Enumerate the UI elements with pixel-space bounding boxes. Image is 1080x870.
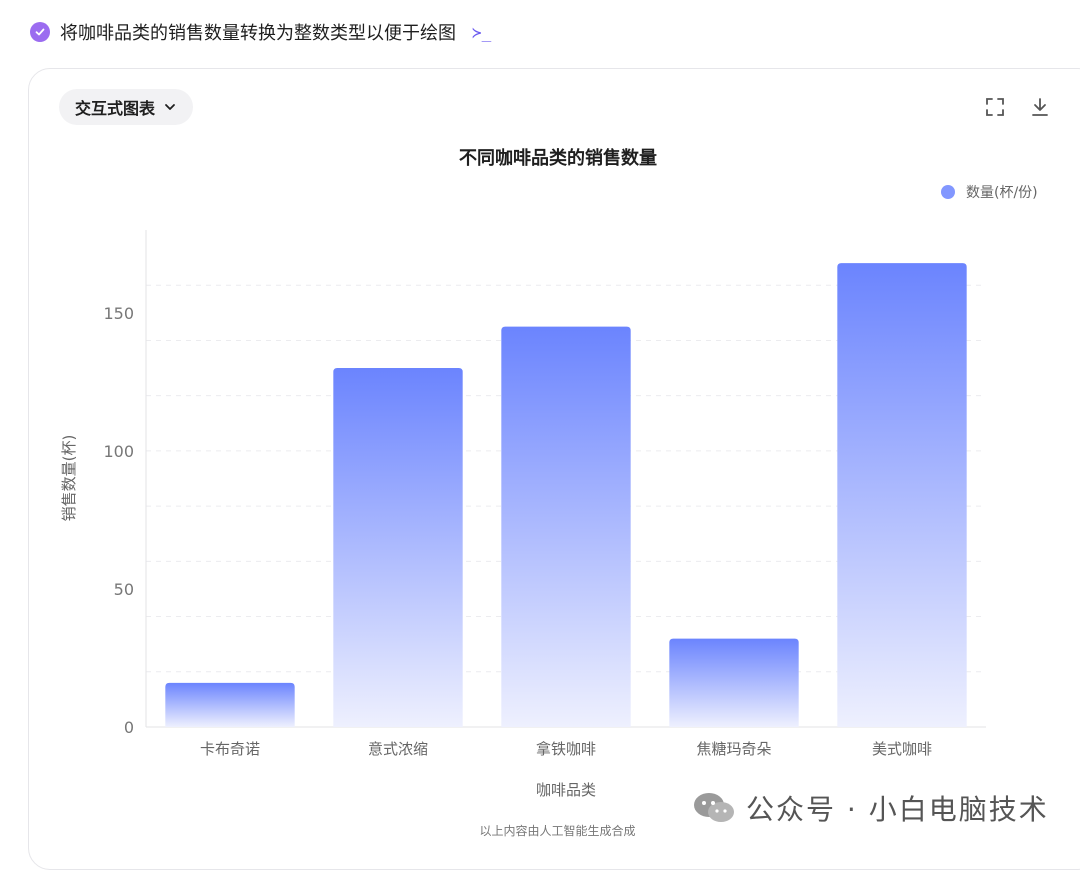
x-tick-label: 焦糖玛奇朵 <box>696 740 771 758</box>
bar[interactable] <box>333 368 463 727</box>
x-tick-label: 美式咖啡 <box>872 740 932 758</box>
chart-title: 不同咖啡品类的销售数量 <box>459 147 657 169</box>
legend-marker <box>941 185 955 199</box>
y-tick-label: 150 <box>103 304 134 323</box>
x-tick-label: 拿铁咖啡 <box>536 740 596 758</box>
bar[interactable] <box>669 638 799 727</box>
bar[interactable] <box>165 682 295 727</box>
y-axis-label: 销售数量(杯) <box>60 435 78 522</box>
bar[interactable] <box>501 326 631 727</box>
x-tick-label: 卡布奇诺 <box>200 740 260 758</box>
bar-chart: 0 50 100 150 卡布奇诺 意式浓缩 拿铁咖啡 焦糖玛奇朵 美式咖啡 不同咖啡品类的销售… <box>60 147 1038 799</box>
wechat-icon <box>694 793 734 822</box>
bars <box>165 263 967 727</box>
y-tick-label: 0 <box>124 718 134 737</box>
ai-generated-note: 以上内容由人工智能生成合成 <box>479 824 636 838</box>
y-tick-label: 50 <box>114 580 134 599</box>
x-tick-label: 意式浓缩 <box>368 740 428 758</box>
y-tick-label: 100 <box>103 442 134 461</box>
legend-label[interactable]: 数量(杯/份) <box>966 185 1038 201</box>
bar[interactable] <box>837 263 967 727</box>
x-axis-label: 咖啡品类 <box>536 781 596 799</box>
